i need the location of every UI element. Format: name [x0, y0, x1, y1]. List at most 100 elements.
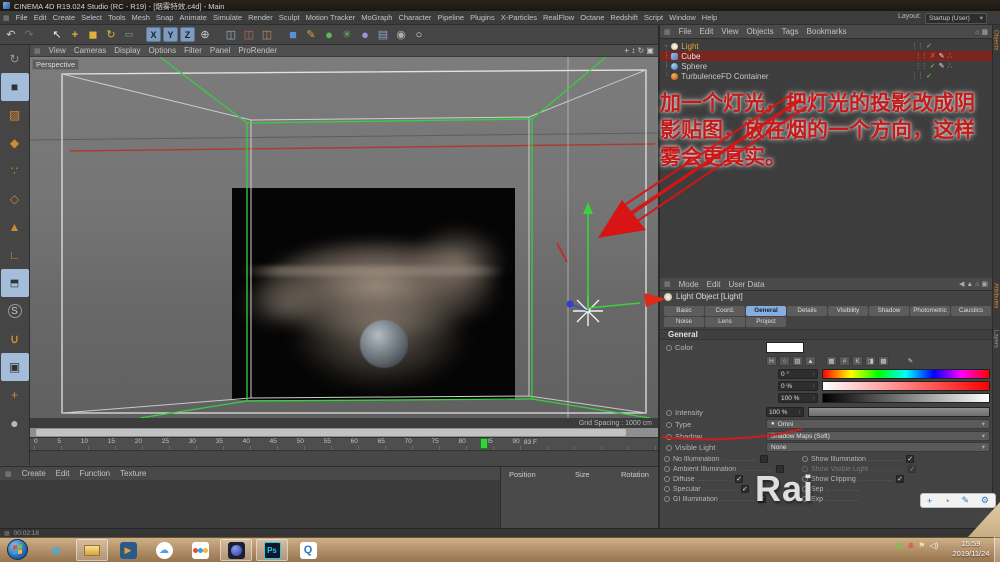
- om-menu-item-4[interactable]: Tags: [778, 27, 803, 36]
- render-view-button[interactable]: ◫: [222, 26, 240, 44]
- menu-item-6[interactable]: Snap: [153, 13, 177, 22]
- live-selection-tool[interactable]: ↖: [48, 26, 66, 44]
- color-mixer-icon[interactable]: ◨: [865, 356, 876, 366]
- check-no-illumination[interactable]: No Illumination: [664, 454, 794, 464]
- add-cube-menu[interactable]: ■: [284, 26, 302, 44]
- intensity-slider[interactable]: [808, 407, 990, 417]
- material-menu-item-2[interactable]: Function: [74, 469, 115, 478]
- visible-light-select[interactable]: None ▾: [766, 442, 990, 452]
- viewport-menu-item-0[interactable]: View: [45, 46, 70, 55]
- v-input[interactable]: 100 % ↕: [778, 393, 818, 403]
- menu-item-22[interactable]: Help: [699, 13, 720, 22]
- type-select[interactable]: ● Omni ▾: [766, 419, 990, 429]
- intensity-input[interactable]: 100 % ↕: [766, 407, 804, 417]
- attr-tab-2[interactable]: General: [746, 306, 786, 316]
- polygons-mode-icon[interactable]: ▲: [1, 213, 29, 241]
- material-menu-item-0[interactable]: Create: [17, 469, 51, 478]
- menu-item-16[interactable]: X-Particles: [498, 13, 540, 22]
- taskbar-player-icon[interactable]: ▶: [112, 539, 144, 561]
- phong-tag-icon[interactable]: ✎: [939, 62, 945, 70]
- material-menu-item-3[interactable]: Texture: [115, 469, 151, 478]
- tray-antivirus-icon[interactable]: ◧: [896, 541, 904, 550]
- environment-menu[interactable]: ●: [356, 26, 374, 44]
- menu-item-14[interactable]: Pipeline: [434, 13, 467, 22]
- start-button[interactable]: [7, 539, 28, 560]
- tab-objects[interactable]: Objects: [993, 30, 999, 50]
- tray-mute-icon[interactable]: ⊗: [908, 541, 915, 550]
- menu-item-11[interactable]: Motion Tracker: [303, 13, 359, 22]
- tray-volume-icon[interactable]: ◁): [929, 541, 938, 550]
- light-menu[interactable]: ○: [410, 26, 428, 44]
- menu-item-3[interactable]: Select: [78, 13, 105, 22]
- om-menu-item-3[interactable]: Objects: [743, 27, 778, 36]
- anim-dot-icon[interactable]: [666, 409, 672, 416]
- taskbar-netdisk-icon[interactable]: [184, 539, 216, 561]
- visibility-dots-icon[interactable]: ⋮⋮: [911, 72, 924, 80]
- anim-dot-icon[interactable]: [666, 344, 672, 351]
- recorder-pen-icon[interactable]: ✎: [961, 495, 969, 506]
- color-hsv-icon[interactable]: H: [766, 356, 777, 366]
- spline-pen-menu[interactable]: ✎: [302, 26, 320, 44]
- last-tool[interactable]: ▭: [120, 26, 138, 44]
- om-menu-item-5[interactable]: Bookmarks: [803, 27, 851, 36]
- object-row-turbulencefd[interactable]: └ TurbulenceFD Container ⋮⋮ ✓: [660, 71, 992, 81]
- anim-dot-icon[interactable]: [666, 421, 672, 428]
- menu-item-20[interactable]: Script: [641, 13, 666, 22]
- recorder-timer-icon[interactable]: ◔: [944, 496, 949, 506]
- taskbar-browser-icon[interactable]: ☁: [148, 539, 180, 561]
- enabled-cross-icon[interactable]: ✗: [930, 52, 936, 60]
- visibility-dots-icon[interactable]: ⋮⋮: [915, 62, 928, 70]
- texture-mode-icon[interactable]: ▨: [1, 101, 29, 129]
- menu-item-0[interactable]: File: [13, 13, 31, 22]
- menu-item-1[interactable]: Edit: [31, 13, 50, 22]
- taskbar-clock[interactable]: 15:59 2019/11/24: [950, 539, 992, 559]
- menu-item-8[interactable]: Simulate: [210, 13, 245, 22]
- h-input[interactable]: 0 ° ↕: [778, 369, 818, 379]
- scale-tool[interactable]: ◼: [84, 26, 102, 44]
- s-input[interactable]: 0 % ↕: [778, 381, 818, 391]
- object-row-sphere[interactable]: ├ Sphere ⋮⋮ ✓ ✎ ∴: [660, 61, 992, 71]
- check-export[interactable]: Exp: [802, 494, 932, 504]
- object-row-cube[interactable]: ├ Cube ⋮⋮ ✗ ✎ ∴: [660, 51, 992, 61]
- shadow-select[interactable]: Shadow Maps (Soft) ▾: [766, 431, 990, 441]
- x-axis-lock[interactable]: X: [146, 27, 161, 42]
- generators-menu[interactable]: ●: [320, 26, 338, 44]
- material-tag-icon[interactable]: ∴: [948, 52, 952, 60]
- attr-tab-6[interactable]: Photometric: [910, 306, 950, 316]
- attr-tab-5[interactable]: Shadow: [869, 306, 909, 316]
- taskbar-explorer-icon[interactable]: [76, 539, 108, 561]
- color-values-icon[interactable]: #: [839, 356, 850, 366]
- edges-mode-icon[interactable]: ◇: [1, 185, 29, 213]
- tab-attributes[interactable]: Attributes: [993, 283, 999, 308]
- viewport-menu-item-1[interactable]: Cameras: [70, 46, 110, 55]
- show-desktop-button[interactable]: [994, 537, 1000, 562]
- taskbar-ie-icon[interactable]: e: [40, 539, 72, 561]
- attr-tab-4[interactable]: Visibility: [828, 306, 868, 316]
- phong-tag-icon[interactable]: ✎: [939, 52, 945, 60]
- am-menu-item-1[interactable]: Edit: [703, 280, 725, 289]
- taskbar-photoshop-icon[interactable]: Ps: [256, 539, 288, 561]
- enabled-check-icon[interactable]: ✓: [926, 42, 932, 50]
- check-show-visible-light[interactable]: Show Visible Light✓: [802, 464, 932, 474]
- om-menu-item-2[interactable]: View: [717, 27, 742, 36]
- material-menu-item-1[interactable]: Edit: [51, 469, 75, 478]
- color-image-icon[interactable]: ▲: [805, 356, 816, 366]
- layout-select[interactable]: Startup (User) ▾: [925, 12, 987, 24]
- om-menu-item-1[interactable]: Edit: [696, 27, 718, 36]
- attr-tab-1[interactable]: Coord.: [705, 306, 745, 316]
- timeline-playhead[interactable]: [480, 438, 488, 449]
- content-browser-icon[interactable]: ●: [1, 409, 29, 437]
- menu-item-19[interactable]: Redshift: [607, 13, 641, 22]
- viewport-menu-item-2[interactable]: Display: [110, 46, 144, 55]
- object-row-light[interactable]: ┬ Light ⋮⋮ ✓: [660, 41, 992, 51]
- attr-tab-2[interactable]: Project: [746, 317, 786, 327]
- taskbar-qq-browser-icon[interactable]: Q: [292, 539, 324, 561]
- menu-item-13[interactable]: Character: [395, 13, 434, 22]
- am-history-icons[interactable]: ◀ ▲ ⌂ ▣: [955, 280, 992, 288]
- recorder-settings-icon[interactable]: ⚙: [981, 495, 989, 506]
- attr-tab-0[interactable]: Basic: [664, 306, 704, 316]
- menu-item-21[interactable]: Window: [666, 13, 699, 22]
- general-section-header[interactable]: General: [660, 329, 992, 340]
- rotate-tool[interactable]: ↻: [102, 26, 120, 44]
- viewport-menu-item-4[interactable]: Filter: [180, 46, 206, 55]
